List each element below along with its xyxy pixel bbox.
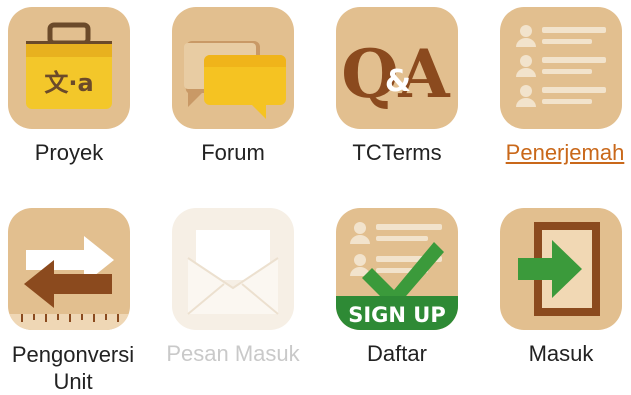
sign-up-banner: SIGN UP — [348, 303, 446, 327]
translation-suitcase-icon: 文·a — [8, 7, 130, 129]
forum-label: Forum — [201, 140, 265, 165]
masuk-label: Masuk — [528, 341, 594, 366]
translator-list-icon — [500, 7, 622, 129]
envelope-icon — [172, 208, 294, 330]
pengonversi-label-line1: Pengonversi — [11, 342, 135, 367]
unit-converter-icon — [8, 208, 130, 330]
pengonversi-label-line2: Unit — [53, 369, 93, 394]
tcterms-label: TCTerms — [352, 140, 442, 165]
ampersand: & — [385, 64, 411, 99]
proyek-label: Proyek — [34, 140, 104, 165]
sign-up-icon: SIGN UP — [336, 208, 458, 330]
daftar-label: Daftar — [367, 341, 427, 366]
pengonversi-unit-label: Pengonversi Unit — [0, 341, 158, 395]
chat-bubbles-icon — [172, 7, 294, 129]
login-door-icon — [500, 208, 622, 330]
pesan-masuk-label: Pesan Masuk — [166, 341, 300, 366]
penerjemah-link[interactable]: Penerjemah — [480, 140, 631, 166]
translate-glyph: 文·a — [44, 69, 93, 97]
qa-icon: Q A & — [336, 7, 458, 129]
